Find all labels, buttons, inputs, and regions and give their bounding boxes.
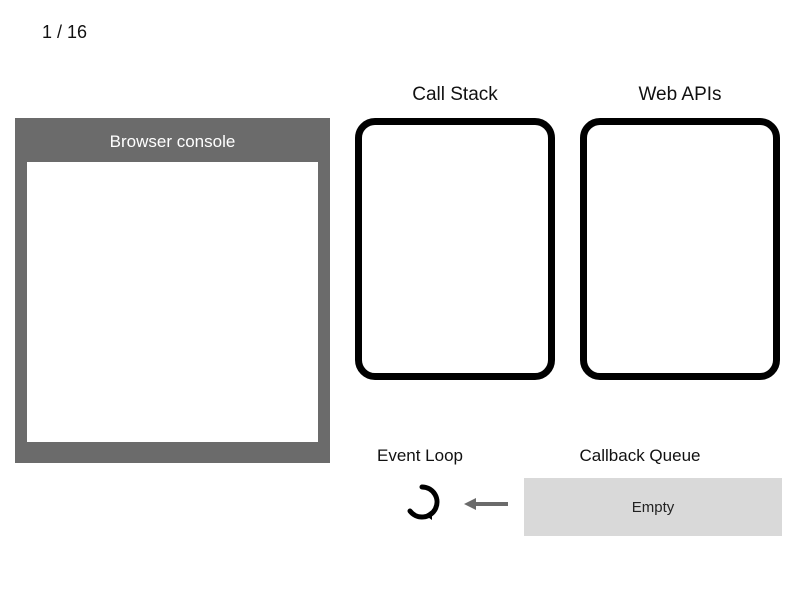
step-current: 1 <box>42 22 52 42</box>
web-apis-title: Web APIs <box>580 84 780 106</box>
arrow-left-icon <box>462 495 510 513</box>
step-total: 16 <box>67 22 87 42</box>
callback-queue-state: Empty <box>632 499 675 516</box>
callback-queue-box: Empty <box>524 478 782 536</box>
event-loop-title: Event Loop <box>355 446 485 466</box>
call-stack-title: Call Stack <box>355 84 555 106</box>
browser-console-panel: Browser console <box>15 118 330 463</box>
browser-console-body <box>27 162 318 442</box>
step-separator: / <box>52 22 67 42</box>
callback-queue-title: Callback Queue <box>530 446 750 466</box>
browser-console-title: Browser console <box>15 118 330 162</box>
web-apis-box <box>580 118 780 380</box>
loop-icon <box>402 482 442 522</box>
step-counter: 1 / 16 <box>42 22 87 43</box>
call-stack-box <box>355 118 555 380</box>
